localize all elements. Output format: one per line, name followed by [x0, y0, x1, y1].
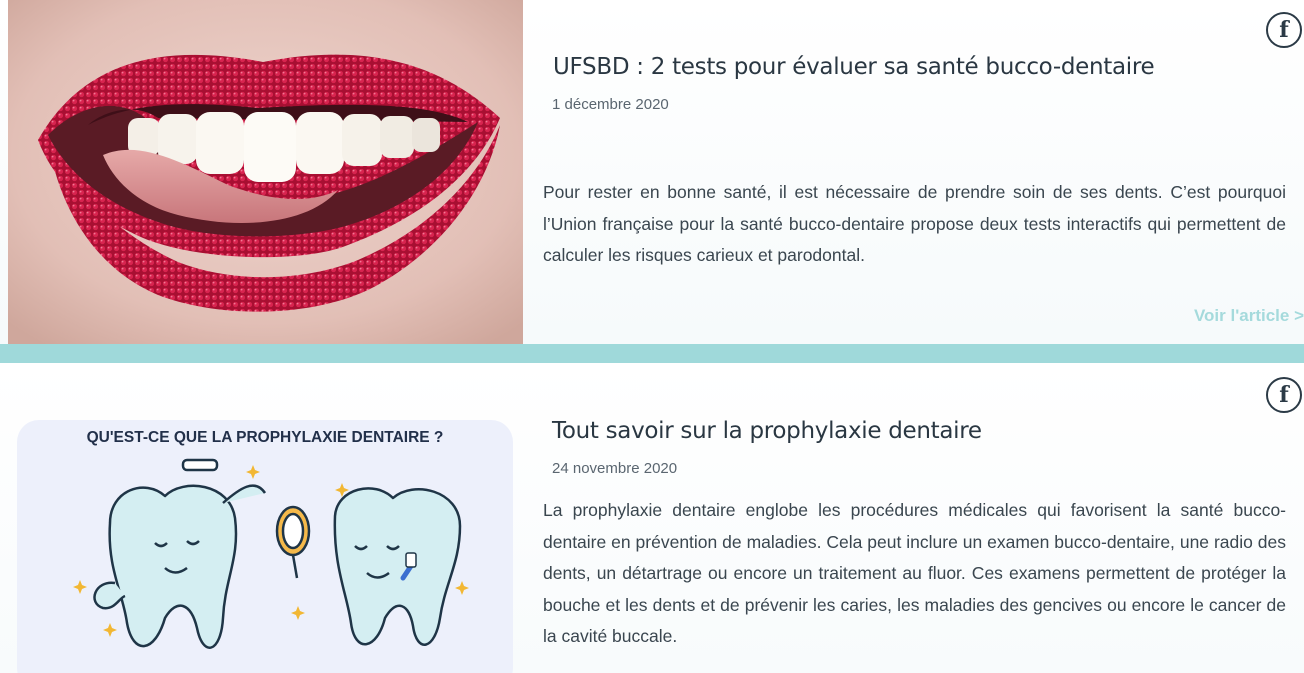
article-card: f UFSBD : 2 tests pour évaluer sa santé … [0, 0, 1304, 344]
article-title[interactable]: Tout savoir sur la prophylaxie dentaire [552, 418, 982, 444]
prophylaxis-illustration: QU'EST-CE QUE LA PROPHYLAXIE DENTAIRE ? [17, 420, 513, 673]
illustration-heading: QU'EST-CE QUE LA PROPHYLAXIE DENTAIRE ? [87, 429, 444, 446]
article-excerpt: La prophylaxie dentaire englobe les proc… [543, 500, 1286, 646]
article-title[interactable]: UFSBD : 2 tests pour évaluer sa santé bu… [553, 54, 1155, 80]
section-divider [0, 344, 1304, 363]
article-date: 1 décembre 2020 [552, 96, 669, 113]
mouth-photo [8, 0, 523, 344]
facebook-share-button[interactable]: f [1266, 12, 1302, 48]
article-card: QU'EST-CE QUE LA PROPHYLAXIE DENTAIRE ? [0, 363, 1304, 673]
facebook-share-button[interactable]: f [1266, 377, 1302, 413]
article-date: 24 novembre 2020 [552, 460, 678, 477]
article-image-illustration[interactable]: QU'EST-CE QUE LA PROPHYLAXIE DENTAIRE ? [15, 418, 515, 673]
article-excerpt: Pour rester en bonne santé, il est néces… [543, 182, 1286, 265]
facebook-icon: f [1279, 17, 1289, 43]
article-image-mouth[interactable] [8, 0, 523, 344]
read-article-link[interactable]: Voir l'article > [1194, 306, 1304, 326]
facebook-icon: f [1279, 382, 1289, 408]
